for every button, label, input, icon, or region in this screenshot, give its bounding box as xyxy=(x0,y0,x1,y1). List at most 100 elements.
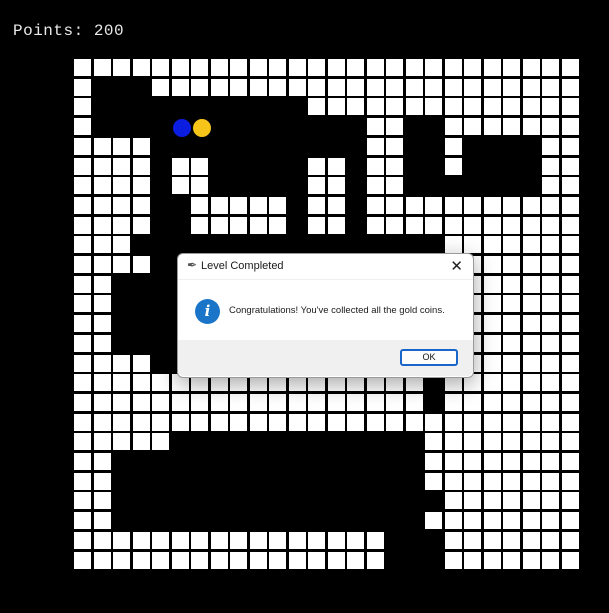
maze-cell xyxy=(484,532,501,549)
maze-cell xyxy=(269,552,286,569)
maze-cell xyxy=(113,138,130,155)
maze-cell xyxy=(211,217,228,234)
ok-button[interactable]: OK xyxy=(400,349,458,366)
maze-cell xyxy=(74,414,91,431)
maze-cell xyxy=(367,177,384,194)
maze-cell xyxy=(94,276,111,293)
maze-cell xyxy=(133,158,150,175)
maze-cell xyxy=(328,59,345,76)
maze-cell xyxy=(562,177,579,194)
maze-cell xyxy=(133,394,150,411)
maze-cell xyxy=(113,236,130,253)
maze-cell xyxy=(94,335,111,352)
maze-cell xyxy=(367,414,384,431)
maze-cell xyxy=(484,433,501,450)
maze-cell xyxy=(562,492,579,509)
maze-cell xyxy=(562,59,579,76)
maze-cell xyxy=(523,394,540,411)
maze-cell xyxy=(250,217,267,234)
maze-cell xyxy=(445,118,462,135)
dialog-message: Congratulations! You've collected all th… xyxy=(229,305,445,316)
maze-cell xyxy=(562,138,579,155)
maze-cell xyxy=(484,394,501,411)
maze-cell xyxy=(542,98,559,115)
maze-cell xyxy=(172,394,189,411)
maze-cell xyxy=(484,473,501,490)
maze-cell xyxy=(386,79,403,96)
maze-cell xyxy=(523,295,540,312)
maze-cell xyxy=(542,315,559,332)
maze-cell xyxy=(113,532,130,549)
maze-cell xyxy=(211,394,228,411)
maze-cell xyxy=(367,552,384,569)
maze-cell xyxy=(94,414,111,431)
maze-cell xyxy=(74,394,91,411)
maze-cell xyxy=(542,414,559,431)
maze-cell xyxy=(464,414,481,431)
maze-cell xyxy=(425,59,442,76)
maze-cell xyxy=(191,552,208,569)
maze-cell xyxy=(347,414,364,431)
maze-cell xyxy=(94,217,111,234)
maze-cell xyxy=(542,532,559,549)
maze-cell xyxy=(289,59,306,76)
maze-cell xyxy=(230,59,247,76)
maze-cell xyxy=(503,532,520,549)
maze-cell xyxy=(347,552,364,569)
maze-cell xyxy=(464,79,481,96)
maze-cell xyxy=(523,492,540,509)
maze-cell xyxy=(152,414,169,431)
maze-cell xyxy=(347,394,364,411)
maze-cell xyxy=(484,256,501,273)
maze-cell xyxy=(230,79,247,96)
maze-cell xyxy=(74,256,91,273)
player-token xyxy=(173,119,191,137)
maze-cell xyxy=(74,433,91,450)
maze-cell xyxy=(484,79,501,96)
maze-cell xyxy=(328,98,345,115)
maze-cell xyxy=(74,59,91,76)
maze-cell xyxy=(367,158,384,175)
maze-cell xyxy=(191,394,208,411)
maze-cell xyxy=(308,217,325,234)
maze-cell xyxy=(250,394,267,411)
maze-cell xyxy=(503,315,520,332)
maze-cell xyxy=(484,217,501,234)
maze-cell xyxy=(503,492,520,509)
maze-cell xyxy=(542,236,559,253)
maze-cell xyxy=(94,138,111,155)
maze-cell xyxy=(74,197,91,214)
maze-cell xyxy=(172,414,189,431)
maze-cell xyxy=(191,158,208,175)
maze-cell xyxy=(386,394,403,411)
gold-coin xyxy=(193,119,211,137)
maze-cell xyxy=(94,552,111,569)
maze-cell xyxy=(425,473,442,490)
maze-cell xyxy=(328,532,345,549)
maze-cell xyxy=(269,59,286,76)
maze-cell xyxy=(523,433,540,450)
maze-cell xyxy=(562,552,579,569)
maze-cell xyxy=(133,552,150,569)
maze-cell xyxy=(94,512,111,529)
maze-cell xyxy=(152,59,169,76)
maze-cell xyxy=(542,492,559,509)
maze-cell xyxy=(289,552,306,569)
maze-cell xyxy=(562,295,579,312)
maze-cell xyxy=(484,315,501,332)
maze-cell xyxy=(445,453,462,470)
maze-cell xyxy=(562,276,579,293)
maze-cell xyxy=(562,118,579,135)
maze-cell xyxy=(269,532,286,549)
maze-cell xyxy=(425,453,442,470)
maze-cell xyxy=(74,552,91,569)
maze-cell xyxy=(523,118,540,135)
maze-cell xyxy=(484,374,501,391)
maze-cell xyxy=(503,414,520,431)
maze-cell xyxy=(133,197,150,214)
maze-cell xyxy=(230,217,247,234)
maze-cell xyxy=(250,59,267,76)
maze-cell xyxy=(94,177,111,194)
close-icon[interactable]: ✕ xyxy=(450,257,463,275)
maze-cell xyxy=(445,473,462,490)
